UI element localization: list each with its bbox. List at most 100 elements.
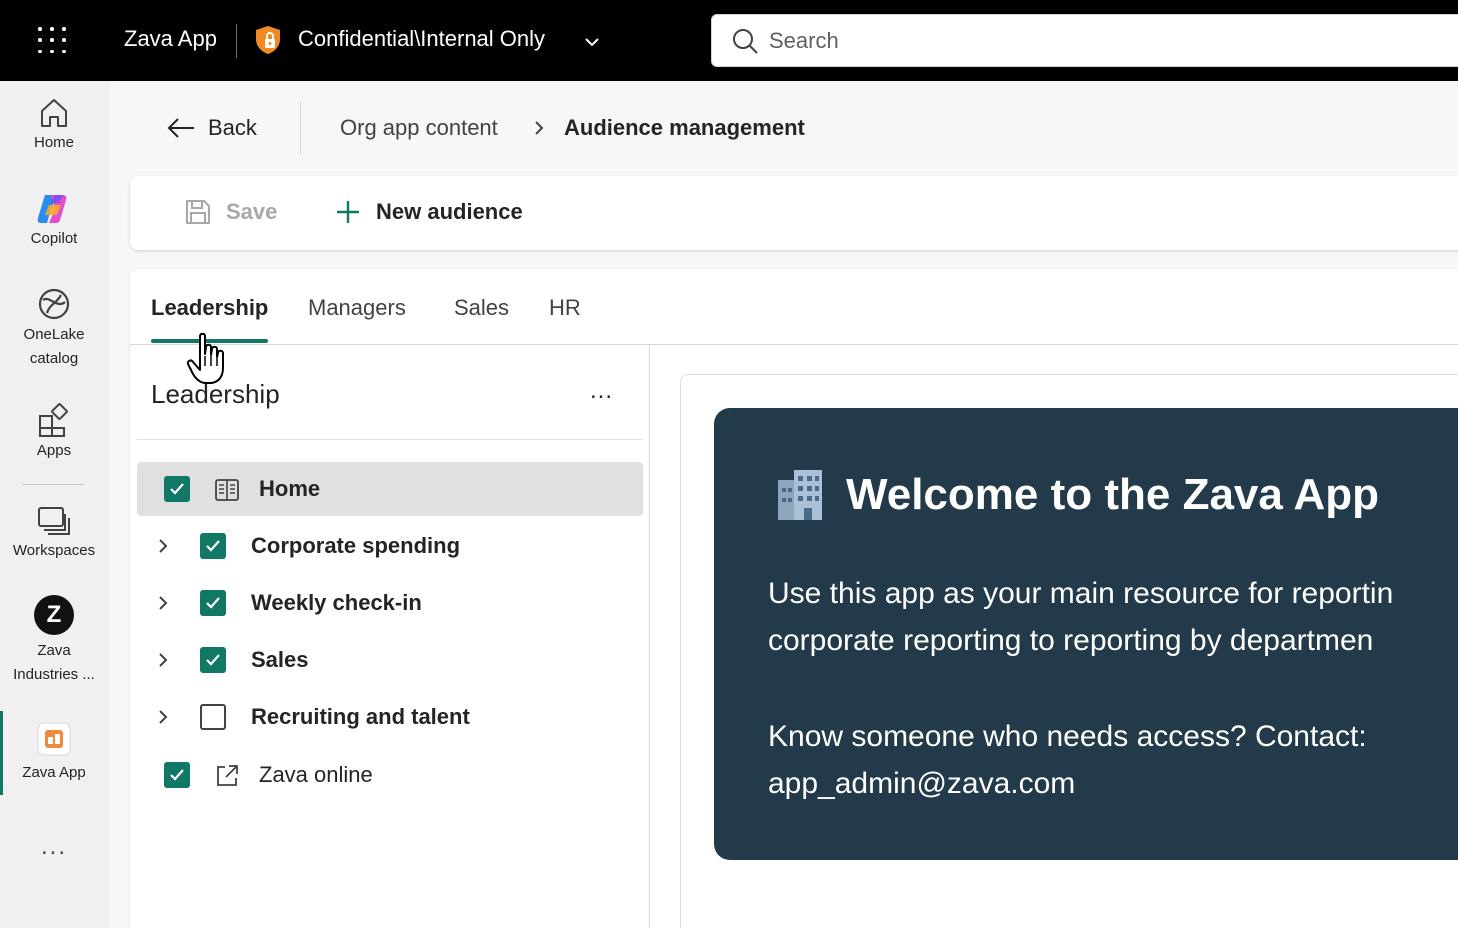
- rail-item-label: Industries ...: [13, 666, 95, 683]
- top-bar: Zava App Confidential\Internal Only Sear…: [0, 0, 1458, 81]
- checkbox-checked[interactable]: [200, 533, 226, 559]
- contact-email[interactable]: app_admin@zava.com: [768, 760, 1458, 807]
- welcome-contact: Know someone who needs access? Contact: …: [768, 713, 1458, 807]
- tab-managers[interactable]: Managers: [308, 295, 406, 321]
- breadcrumb-current: Audience management: [564, 115, 805, 140]
- checkmark-icon: [170, 769, 184, 781]
- chevron-right-icon: [535, 121, 544, 135]
- rail-item-label: Copilot: [30, 230, 78, 247]
- divider: [137, 439, 643, 440]
- arrow-left-icon: [167, 118, 194, 138]
- checkbox-checked[interactable]: [200, 647, 226, 673]
- rail-item-label: Home: [33, 134, 74, 151]
- checkmark-icon: [206, 597, 220, 609]
- nav-item-home[interactable]: Home: [137, 462, 643, 516]
- rail-item-label: OneLake: [23, 326, 85, 343]
- welcome-body-line: corporate reporting to reporting by depa…: [768, 624, 1374, 657]
- zava-app-icon: [37, 722, 71, 756]
- nav-item-sales[interactable]: Sales: [137, 633, 643, 687]
- welcome-body-line: Use this app as your main resource for r…: [768, 577, 1394, 610]
- command-bar: Save New audience: [130, 176, 1458, 250]
- chevron-right-icon[interactable]: [153, 650, 173, 670]
- rail-item-label: catalog: [29, 350, 79, 367]
- rail-item-zava-app[interactable]: Zava App: [0, 721, 108, 785]
- nav-item-corporate-spending[interactable]: Corporate spending: [137, 519, 643, 573]
- content-preview: Welcome to the Zava App Use this app as …: [680, 374, 1458, 928]
- breadcrumb-org-app-content[interactable]: Org app content: [340, 115, 498, 141]
- chevron-right-icon[interactable]: [153, 593, 173, 613]
- nav-item-label: Recruiting and talent: [251, 704, 470, 729]
- nav-item-zava-online[interactable]: Zava online: [137, 748, 643, 802]
- search-placeholder: Search: [769, 28, 839, 53]
- nav-item-label: Home: [259, 476, 321, 501]
- rail-item-copilot[interactable]: Copilot: [0, 191, 108, 251]
- welcome-title: Welcome to the Zava App: [846, 470, 1379, 519]
- main-content: Back Org app content Audience management…: [110, 81, 1458, 928]
- chevron-right-icon[interactable]: [153, 536, 173, 556]
- save-button[interactable]: Save: [184, 198, 277, 226]
- rail-item-workspaces[interactable]: Workspaces: [0, 503, 108, 563]
- rail-item-onelake[interactable]: OneLake catalog: [0, 285, 108, 371]
- rail-item-label: Apps: [36, 442, 72, 459]
- checkmark-icon: [170, 483, 184, 495]
- office-building-icon: [778, 470, 822, 520]
- copilot-icon: [37, 195, 67, 223]
- audience-tabs: Leadership Managers Sales HR: [130, 269, 1458, 345]
- more-icon[interactable]: ...: [0, 833, 108, 861]
- nav-item-label: Sales: [251, 647, 309, 672]
- report-page-icon: [215, 479, 239, 501]
- onelake-icon: [38, 288, 70, 320]
- checkmark-icon: [206, 654, 220, 666]
- new-audience-label: New audience: [376, 199, 523, 224]
- checkbox-checked[interactable]: [164, 476, 190, 502]
- checkbox-checked[interactable]: [200, 590, 226, 616]
- save-label: Save: [226, 199, 278, 224]
- checkmark-icon: [206, 540, 220, 552]
- back-label: Back: [208, 115, 257, 140]
- chevron-right-icon[interactable]: [153, 707, 173, 727]
- nav-item-recruiting-and-talent[interactable]: Recruiting and talent: [137, 690, 643, 744]
- app-launcher-icon[interactable]: [38, 27, 68, 55]
- search-box[interactable]: Search: [711, 14, 1458, 67]
- contact-text: Know someone who needs access? Contact:: [768, 720, 1367, 753]
- more-options-icon[interactable]: ...: [590, 377, 613, 405]
- rail-item-zava-industries[interactable]: Z Zava Industries ...: [0, 595, 108, 687]
- tab-leadership[interactable]: Leadership: [151, 295, 268, 321]
- audience-panel: Leadership Managers Sales HR Leadership …: [130, 269, 1458, 928]
- home-icon: [41, 99, 67, 127]
- nav-item-label: Zava online: [259, 762, 373, 787]
- sensitivity-label[interactable]: Confidential\Internal Only: [298, 26, 545, 52]
- checkbox-unchecked[interactable]: [200, 704, 226, 730]
- rail-item-home[interactable]: Home: [0, 95, 108, 155]
- rail-item-label: Zava App: [22, 764, 86, 781]
- search-icon: [733, 29, 758, 54]
- left-rail: Home Copilot OneLake catalog Apps Worksp…: [0, 81, 110, 928]
- navigation-pane: Leadership ... Home Corporate spending W…: [130, 345, 650, 928]
- rail-divider: [22, 484, 84, 485]
- workspaces-icon: [38, 507, 70, 535]
- nav-item-weekly-check-in[interactable]: Weekly check-in: [137, 576, 643, 630]
- sensitivity-shield-icon[interactable]: [254, 25, 282, 55]
- welcome-banner: Welcome to the Zava App Use this app as …: [714, 408, 1458, 860]
- zava-workspace-icon: Z: [34, 595, 74, 635]
- external-link-icon: [217, 765, 238, 786]
- divider: [300, 101, 301, 155]
- new-audience-button[interactable]: New audience: [334, 198, 523, 226]
- nav-item-label: Corporate spending: [251, 533, 461, 558]
- tab-sales[interactable]: Sales: [454, 295, 509, 321]
- tab-hr[interactable]: HR: [549, 295, 581, 321]
- apps-icon: [39, 403, 68, 437]
- app-title[interactable]: Zava App: [124, 26, 217, 52]
- chevron-down-icon[interactable]: [582, 32, 602, 52]
- checkbox-checked[interactable]: [164, 762, 190, 788]
- hand-cursor-icon: [186, 332, 224, 384]
- save-icon: [186, 200, 210, 224]
- rail-item-label: Zava: [37, 642, 71, 659]
- nav-item-label: Weekly check-in: [251, 590, 422, 615]
- plus-icon: [337, 201, 359, 223]
- back-button[interactable]: Back: [166, 115, 257, 141]
- divider: [236, 24, 237, 58]
- welcome-body: Use this app as your main resource for r…: [768, 570, 1458, 664]
- rail-item-label: Workspaces: [12, 542, 96, 559]
- rail-item-apps[interactable]: Apps: [0, 403, 108, 463]
